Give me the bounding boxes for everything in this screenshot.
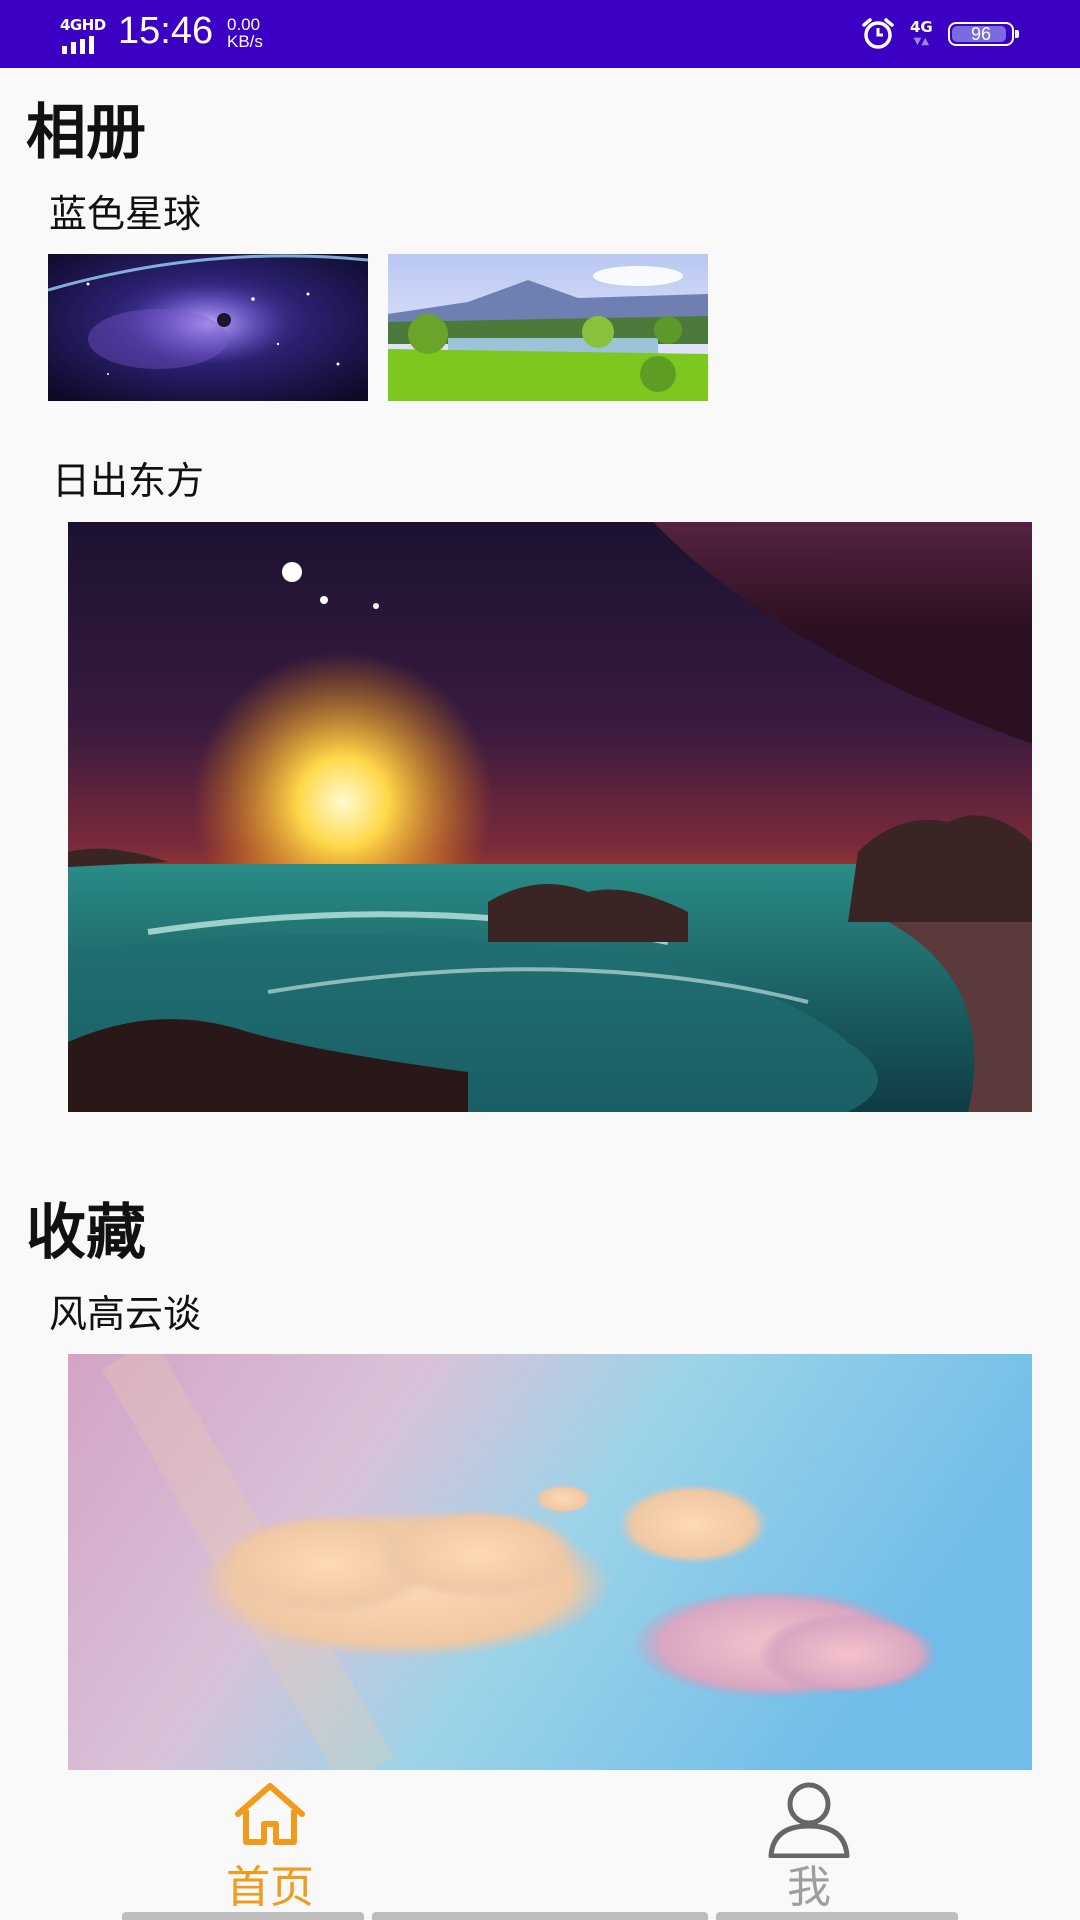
album-title-sunrise: 日出东方 [52, 459, 205, 503]
nav-me-label: 我 [787, 1862, 831, 1913]
lake-landscape-photo[interactable] [388, 254, 708, 401]
network-type-right: 4G [910, 18, 933, 36]
nav-me[interactable]: 我 [709, 1770, 909, 1920]
mobile-data-indicator: 4G ▼▲ [910, 18, 933, 47]
network-speed: 0.00 KB/s [227, 16, 263, 50]
section-title-favorites: 收藏 [26, 1198, 146, 1268]
speed-value: 0.00 [227, 15, 261, 34]
gesture-bar-left [122, 1912, 364, 1920]
speed-unit: KB/s [227, 32, 263, 51]
sunrise-beach-planet-photo[interactable] [68, 522, 1032, 1112]
signal-icon: 4GHD [58, 16, 106, 54]
section-title-album: 相册 [26, 98, 146, 168]
battery-level: 96 [970, 24, 992, 44]
battery-icon: 96 [948, 22, 1019, 46]
alarm-icon [862, 18, 894, 49]
pastel-sky-clouds-photo[interactable] [68, 1354, 1032, 1772]
bottom-navigation: 首页 我 [0, 1770, 1080, 1920]
status-bar: 4GHD 15:46 0.00 KB/s 4G ▼▲ 96 [0, 0, 1080, 68]
gesture-bar-right [716, 1912, 958, 1920]
album-title-blue-planet: 蓝色星球 [49, 192, 202, 236]
album-title-clouds: 风高云谈 [49, 1292, 202, 1336]
nav-home[interactable]: 首页 [170, 1770, 370, 1920]
clock: 15:46 [118, 10, 214, 52]
network-type: 4GHD [60, 16, 106, 34]
home-icon [235, 1783, 305, 1845]
galaxy-photo[interactable] [48, 254, 368, 401]
gesture-bar-center [372, 1912, 708, 1920]
person-icon [768, 1782, 850, 1858]
nav-home-label: 首页 [226, 1862, 314, 1913]
